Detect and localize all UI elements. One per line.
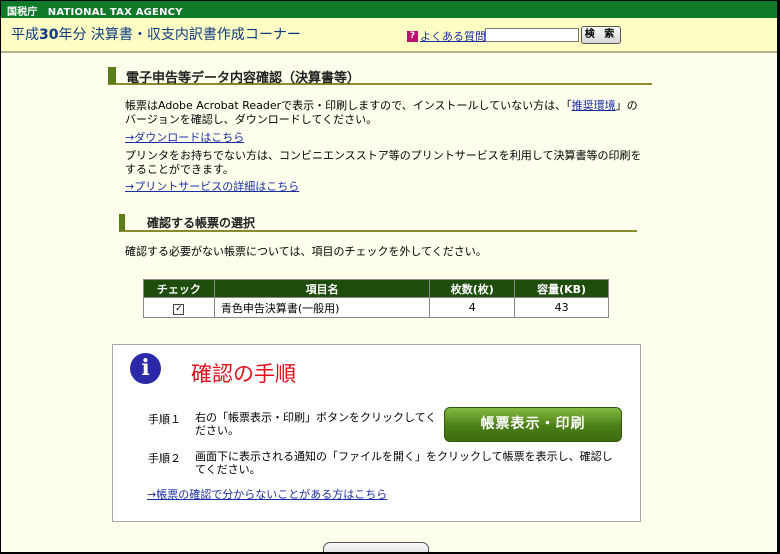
pages-cell: 4 (429, 297, 516, 318)
question-icon: ? (407, 30, 418, 42)
column-header-pages: 枚数(枚) (429, 279, 516, 298)
faq-link-group[interactable]: ? よくある質問 (407, 28, 486, 44)
search-button[interactable]: 検 索 (581, 26, 621, 44)
agency-logo[interactable]: 国税庁 NATIONAL TAX AGENCY (7, 3, 183, 18)
item-name-cell: 青色申告決算書(一般用) (213, 297, 431, 318)
table-header-row: チェック 項目名 枚数(枚) 容量(KB) (143, 279, 609, 298)
print-service-link[interactable]: →プリントサービスの詳細はこちら (125, 180, 299, 194)
page-header: 平成30年分 決算書・収支内訳書作成コーナー ? よくある質問 検 索 (1, 18, 777, 53)
heading-text: 電子申告等データ内容確認（決算書等） (126, 71, 361, 86)
reader-notice-text: 帳票はAdobe Acrobat Readerで表示・印刷しますので、インストー… (125, 99, 572, 112)
print-forms-button[interactable]: 帳票表示・印刷 (444, 407, 622, 442)
step2-label: 手順２ (148, 452, 181, 465)
title-year: 30 (39, 27, 59, 43)
title-suffix: 年分 決算書・収支内訳書作成コーナー (58, 27, 301, 43)
procedure-title: 確認の手順 (191, 362, 296, 386)
search-input[interactable] (485, 28, 579, 42)
recommended-env-link[interactable]: 推奨環境 (572, 99, 616, 112)
size-cell: 43 (514, 297, 609, 318)
procedure-panel: i 確認の手順 手順１ 右の「帳票表示・印刷」ボタンをクリックしてください。 帳… (112, 344, 641, 522)
heading-text: 確認する帳票の選択 (147, 216, 256, 230)
form-selection-table: チェック 項目名 枚数(枚) 容量(KB) ✓ 青色申告決算書(一般用) 4 4… (143, 279, 609, 318)
print-service-notice: プリンタをお持ちでない方は、コンビニエンスストア等のプリントサービスを利用して決… (125, 149, 642, 176)
browser-window: 国税庁 NATIONAL TAX AGENCY 平成30年分 決算書・収支内訳書… (0, 0, 780, 554)
help-link[interactable]: →帳票の確認で分からないことがある方はこちら (147, 486, 387, 502)
page-title: 平成30年分 決算書・収支内訳書作成コーナー (11, 24, 301, 44)
info-icon: i (130, 353, 161, 384)
heading-marker (119, 214, 125, 231)
uncheck-instruction: 確認する必要がない帳票については、項目のチェックを外してください。 (125, 245, 487, 258)
step1-label: 手順１ (148, 413, 181, 426)
check-cell: ✓ (143, 297, 215, 318)
step1-text: 右の「帳票表示・印刷」ボタンをクリックしてください。 (195, 411, 437, 437)
column-header-item: 項目名 (213, 279, 431, 298)
reader-notice: 帳票はAdobe Acrobat Readerで表示・印刷しますので、インストー… (125, 99, 645, 127)
back-button[interactable] (323, 542, 429, 552)
section-heading-form-select: 確認する帳票の選択 (119, 214, 637, 232)
download-link[interactable]: →ダウンロードはこちら (125, 131, 244, 145)
column-header-size: 容量(KB) (514, 279, 609, 298)
faq-link[interactable]: よくある質問 (420, 28, 486, 44)
agency-bar: 国税庁 NATIONAL TAX AGENCY (1, 1, 777, 18)
column-header-check: チェック (143, 279, 215, 298)
form-checkbox[interactable]: ✓ (173, 303, 185, 315)
table-row: ✓ 青色申告決算書(一般用) 4 43 (143, 297, 609, 318)
title-prefix: 平成 (11, 27, 39, 43)
section-heading-data-check: 電子申告等データ内容確認（決算書等） (108, 67, 652, 86)
heading-marker (108, 67, 116, 84)
step2-text: 画面下に表示される通知の「ファイルを開く」をクリックして帳票を表示し、確認してく… (195, 450, 613, 476)
